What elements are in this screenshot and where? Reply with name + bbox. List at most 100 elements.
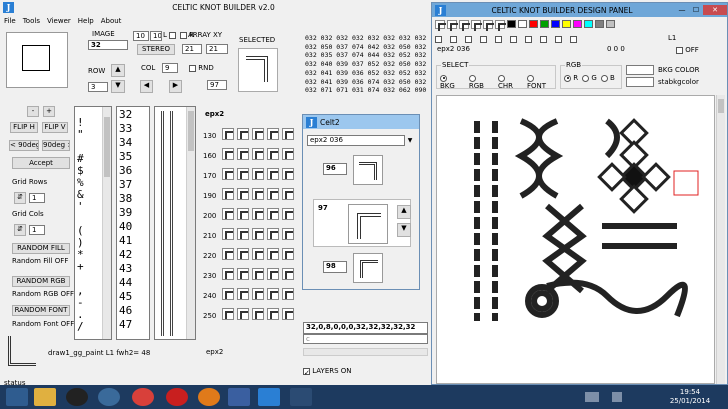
number-item[interactable]: 47 [119,319,132,331]
knot-tile-icon[interactable] [237,208,249,220]
design-canvas-scrollbar[interactable] [716,95,725,384]
minimize-icon[interactable]: — [675,5,689,15]
number-item[interactable]: 42 [119,249,132,261]
main-titlebar[interactable]: J CELTIC KNOT BUILDER v2.0 [0,0,430,15]
char-item[interactable]: # [77,153,84,165]
array-y-field[interactable]: 10 [150,31,162,41]
option-checkbox[interactable] [450,36,457,43]
bottom-scrollbar[interactable] [303,348,428,356]
knot-tile-icon[interactable] [267,288,279,300]
design-canvas[interactable] [436,95,715,384]
number-item[interactable]: 37 [119,179,132,191]
char-list[interactable]: ! " # $ % & ' ( ) * + , - . / [74,106,112,340]
knot-tile-icon[interactable] [237,228,249,240]
random-rgb-button[interactable]: RANDOM RGB [12,276,70,287]
char-item[interactable]: ( [77,225,84,237]
l-checkbox[interactable] [169,31,177,39]
knot-tile-icon[interactable] [252,208,264,220]
flip-v-button[interactable]: FLIP V [42,122,68,133]
col-field[interactable]: 9 [162,63,178,73]
number-item[interactable]: 33 [119,123,132,135]
knot-tile-icon[interactable] [282,288,294,300]
knot-tile-icon[interactable] [252,268,264,280]
celt2-tile-preview[interactable] [353,253,383,283]
char-item[interactable]: " [77,129,84,141]
celt2-titlebar[interactable]: J Celt2 [303,115,419,129]
layers-checkbox[interactable]: ✓ [303,367,310,377]
accept-button[interactable]: Accept [12,157,70,169]
char-item[interactable]: ' [77,201,84,213]
image-field[interactable]: 32 [88,40,128,50]
maximize-icon[interactable]: ☐ [689,5,703,15]
knot-tile-icon[interactable] [237,148,249,160]
color-swatch[interactable] [540,20,549,28]
knot-tile-icon[interactable] [252,188,264,200]
option-checkbox[interactable] [465,36,472,43]
color-swatch[interactable] [507,20,516,28]
select-bkg-option[interactable]: BKG [440,74,464,90]
knot-tile-icon[interactable] [222,208,234,220]
select-rgb-option[interactable]: RGB [468,74,493,90]
color-swatch[interactable] [606,20,615,28]
knot-tile-icon[interactable] [252,308,264,320]
knot-tile-icon[interactable] [282,168,294,180]
knot-tile-icon[interactable] [282,268,294,280]
knot-tile-icon[interactable] [222,188,234,200]
bottom-code-field-2[interactable]: c [303,334,428,344]
hp-app-icon[interactable] [98,388,120,406]
grid-cols-field[interactable]: 1 [29,225,45,235]
knot-tile-icon[interactable] [237,128,249,140]
knot-tile-icon[interactable] [237,308,249,320]
knot-tile-icon[interactable] [222,228,234,240]
plus-button[interactable]: + [43,106,55,117]
option-checkbox[interactable] [480,36,487,43]
color-swatch[interactable] [584,20,593,28]
taskbar-item[interactable] [290,388,312,406]
knot-tile-icon[interactable] [267,208,279,220]
knot-tile-icon[interactable] [267,228,279,240]
knot-tile-icon[interactable] [267,308,279,320]
z-app-icon[interactable] [228,388,250,406]
col-left-button[interactable]: ◀ [140,80,153,93]
option-checkbox[interactable] [435,36,442,43]
knot-tile-icon[interactable] [252,168,264,180]
celt2-tile-preview[interactable] [353,155,383,185]
bkg-color-swatch[interactable] [626,65,654,75]
char-item[interactable]: $ [77,165,84,177]
char-item[interactable]: + [77,261,84,273]
start-icon[interactable] [6,388,28,406]
r-checkbox[interactable] [180,31,187,39]
option-checkbox[interactable] [555,36,562,43]
knot-tile-icon[interactable] [237,168,249,180]
scroll-thumb[interactable] [188,111,194,151]
option-checkbox[interactable] [540,36,547,43]
knot-tile-icon[interactable] [222,168,234,180]
tray-clock[interactable]: 19:54 25/01/2014 [660,388,720,406]
select-chr-option[interactable]: CHR [497,74,522,90]
value-97-field[interactable]: 97 [207,80,227,90]
knot-tile-icon[interactable] [252,148,264,160]
knot-tile-icon[interactable] [282,148,294,160]
color-swatch[interactable] [562,20,571,28]
java-app-icon[interactable] [258,388,280,406]
row-up-button[interactable]: ▲ [111,64,125,77]
celt2-down-button[interactable]: ▼ [397,223,411,237]
number-list[interactable]: 32 33 34 35 36 37 38 39 40 41 42 43 44 4… [116,106,150,340]
number-item[interactable]: 35 [119,151,132,163]
off-checkbox[interactable] [676,46,683,54]
menu-viewer[interactable]: Viewer [47,17,71,27]
camera-app-icon[interactable] [66,388,88,406]
char-item[interactable]: % [77,177,84,189]
knot-tile-icon[interactable] [252,288,264,300]
knot-tile-icon[interactable] [237,188,249,200]
menu-file[interactable]: File [4,17,16,27]
rnd-checkbox[interactable] [189,64,196,72]
col-right-button[interactable]: ▶ [169,80,182,93]
rgb-r-option[interactable]: R [564,74,578,82]
knot-tile-icon[interactable] [222,268,234,280]
knot-tile-icon[interactable] [222,128,234,140]
value-21a-field[interactable]: 21 [182,44,202,54]
knot-tile-icon[interactable] [282,208,294,220]
opera-icon[interactable] [166,388,188,406]
scroll-thumb[interactable] [718,99,724,113]
